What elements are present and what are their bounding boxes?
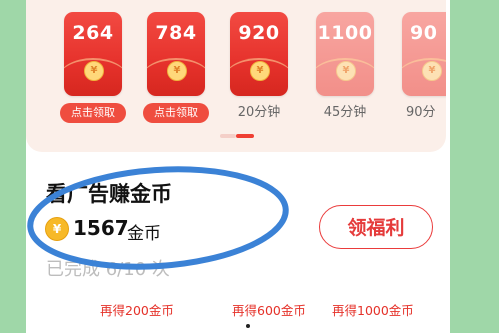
app-screen: 264 ¥ 点击领取 784 ¥ 点击领取 920 ¥ 20分钟 1100 ¥ … [26, 0, 450, 333]
coin-unit: 金币 [127, 224, 161, 244]
red-envelope-784[interactable]: 784 ¥ [147, 12, 205, 96]
envelope-amount: 90 [410, 22, 438, 44]
claim-welfare-button[interactable]: 领福利 [319, 205, 433, 249]
countdown-label-45: 45分钟 [323, 105, 367, 120]
countdown-label-90: 90分 [406, 105, 436, 120]
section-title: 看广告赚金币 [46, 182, 172, 206]
coin-icon: ¥ [422, 61, 442, 81]
red-envelope-264[interactable]: 264 ¥ [64, 12, 122, 96]
scroll-indicator-thumb [236, 134, 254, 138]
red-envelope-1100[interactable]: 1100 ¥ [316, 12, 374, 96]
progress-text: 已完成 6/10 次 [46, 259, 170, 280]
red-envelope-920[interactable]: 920 ¥ [230, 12, 288, 96]
coin-icon: ¥ [84, 61, 104, 81]
bonus-label-200: 再得200金币 [100, 303, 174, 318]
coin-count: 1567 [73, 216, 129, 240]
envelope-amount: 920 [238, 22, 280, 44]
scroll-indicator [220, 134, 254, 138]
countdown-label-20: 20分钟 [237, 105, 281, 120]
envelope-amount: 784 [155, 22, 197, 44]
red-envelope-90[interactable]: 90 ¥ [402, 12, 446, 96]
gold-coin-icon: ¥ [45, 217, 69, 241]
claim-button-784[interactable]: 点击领取 [143, 103, 209, 123]
bonus-label-1000: 再得1000金币 [332, 303, 414, 318]
envelope-amount: 1100 [317, 22, 373, 44]
claim-button-264[interactable]: 点击领取 [60, 103, 126, 123]
envelope-amount: 264 [72, 22, 114, 44]
coin-icon: ¥ [250, 61, 270, 81]
bonus-label-600: 再得600金币 [232, 303, 306, 318]
red-envelope-strip[interactable]: 264 ¥ 点击领取 784 ¥ 点击领取 920 ¥ 20分钟 1100 ¥ … [26, 0, 446, 152]
coin-icon: ¥ [336, 61, 356, 81]
scroll-indicator-track [220, 134, 236, 138]
coin-icon: ¥ [167, 61, 187, 81]
page-dot [246, 324, 250, 328]
